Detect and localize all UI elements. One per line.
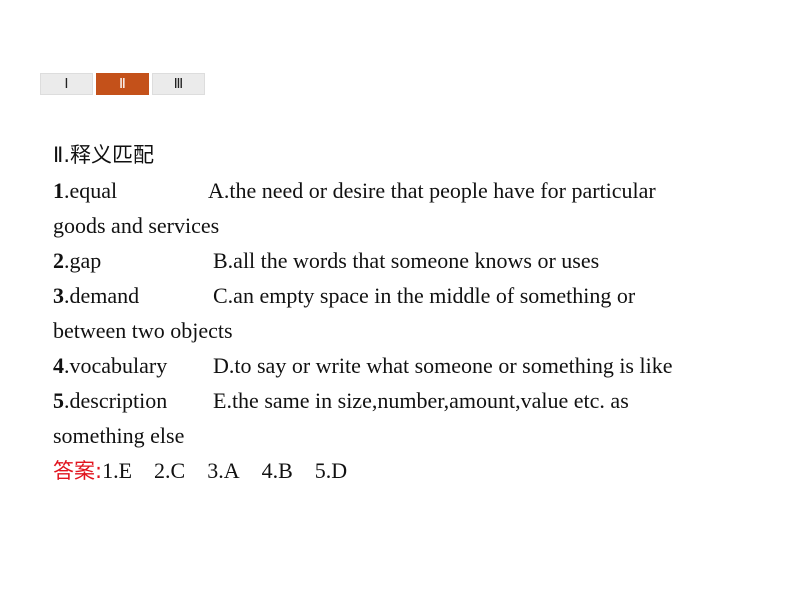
- match-item: 2.gap B.all the words that someone knows…: [53, 243, 753, 278]
- tab-section-3[interactable]: Ⅲ: [152, 73, 205, 95]
- item-definition: D.to say or write what someone or someth…: [213, 353, 673, 378]
- item-number: 3: [53, 283, 64, 308]
- definition-continuation: something else: [53, 423, 185, 448]
- tab-section-2[interactable]: Ⅱ: [96, 73, 149, 95]
- item-definition: A.the need or desire that people have fo…: [208, 178, 656, 203]
- definition-continuation: between two objects: [53, 318, 233, 343]
- answer: 5.D: [314, 458, 348, 483]
- match-item: 3.demand C.an empty space in the middle …: [53, 278, 753, 313]
- answer: 2.C: [154, 458, 186, 483]
- item-definition: B.all the words that someone knows or us…: [213, 248, 600, 273]
- item-word: .equal: [64, 178, 118, 203]
- item-definition: E.the same in size,number,amount,value e…: [213, 388, 629, 413]
- answer: 4.B: [261, 458, 293, 483]
- answer-label: 答案:: [53, 459, 103, 483]
- section-tabs: Ⅰ Ⅱ Ⅲ: [40, 73, 205, 95]
- match-item: 5.description E.the same in size,number,…: [53, 383, 753, 418]
- match-item: 4.vocabulary D.to say or write what some…: [53, 348, 753, 383]
- item-word: .vocabulary: [64, 353, 168, 378]
- item-definition: C.an empty space in the middle of someth…: [213, 283, 636, 308]
- item-number: 4: [53, 353, 64, 378]
- section-heading: Ⅱ.释义匹配: [53, 143, 155, 167]
- answer: 3.A: [207, 458, 240, 483]
- item-word: .demand: [64, 283, 140, 308]
- item-number: 1: [53, 178, 64, 203]
- item-number: 5: [53, 388, 64, 413]
- item-number: 2: [53, 248, 64, 273]
- definition-continuation: goods and services: [53, 213, 220, 238]
- exercise-content: Ⅱ.释义匹配 1.equal A.the need or desire that…: [53, 138, 753, 489]
- tab-section-1[interactable]: Ⅰ: [40, 73, 93, 95]
- item-word: .gap: [64, 248, 102, 273]
- answer-line: 答案:1.E 2.C 3.A 4.B 5.D: [53, 453, 753, 489]
- answer: 1.E: [102, 458, 133, 483]
- item-word: .description: [64, 388, 168, 413]
- match-item: 1.equal A.the need or desire that people…: [53, 173, 753, 208]
